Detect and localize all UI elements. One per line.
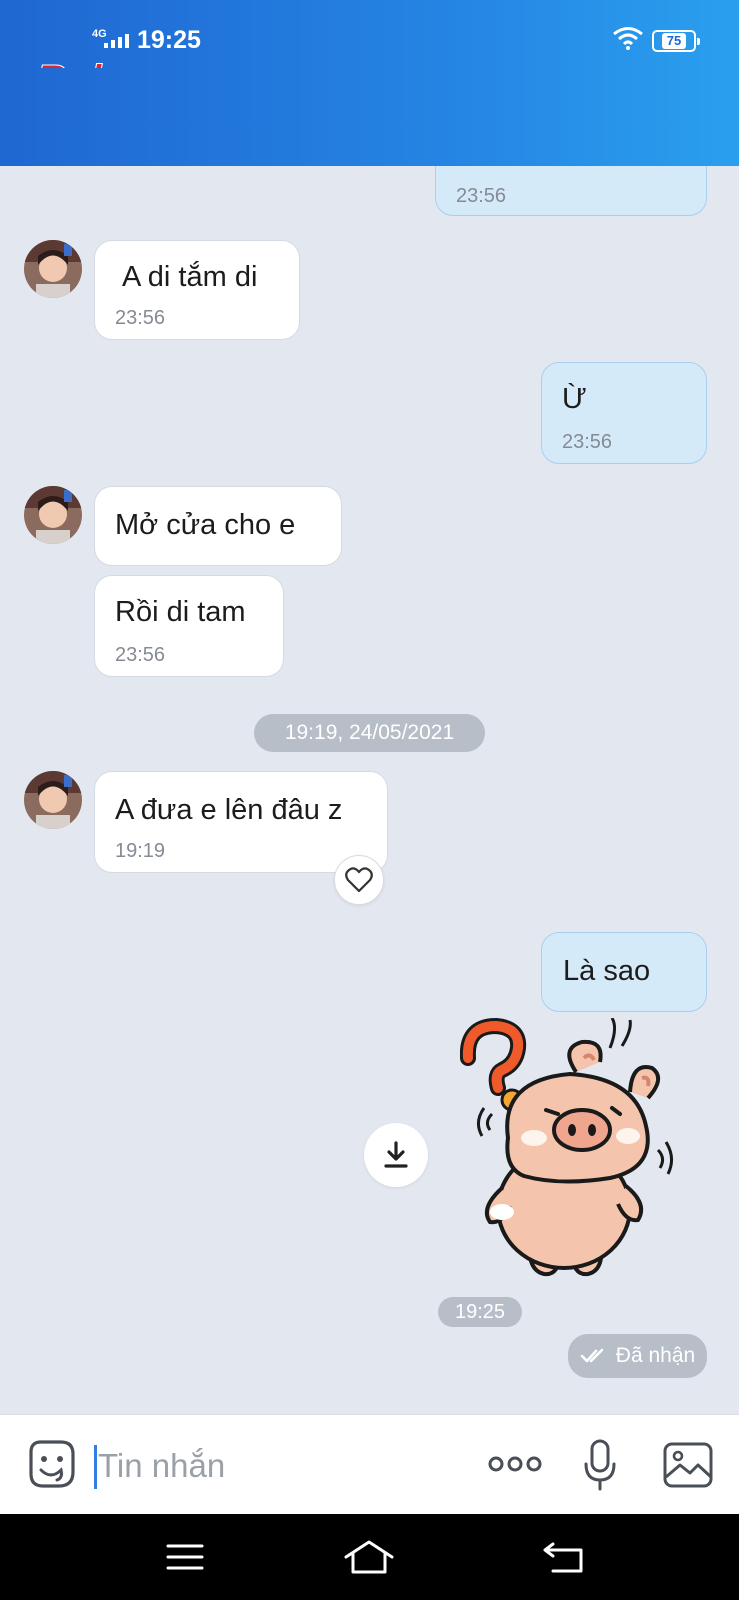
nav-home-button[interactable] bbox=[334, 1534, 404, 1580]
signal-icon bbox=[104, 34, 129, 48]
heart-icon bbox=[345, 867, 373, 893]
voice-message-button[interactable] bbox=[578, 1437, 622, 1493]
send-image-button[interactable] bbox=[660, 1437, 716, 1493]
home-icon bbox=[344, 1540, 394, 1574]
sticker-button[interactable] bbox=[24, 1437, 78, 1491]
confused-pig-sticker-icon bbox=[459, 1017, 673, 1277]
watermark-logo: Rphangvn .NET bbox=[35, 56, 268, 124]
delivery-status-text: Đã nhận bbox=[615, 1344, 696, 1367]
message-text: Mở cửa cho e bbox=[115, 509, 296, 541]
message-bubble-incoming[interactable]: A di tắm di 23:56 bbox=[94, 240, 300, 340]
presence-status: Vừa mới truy cập bbox=[115, 122, 293, 148]
message-text: Ừ bbox=[562, 383, 587, 415]
microphone-icon bbox=[584, 1439, 616, 1491]
message-bubble-outgoing[interactable]: Ừ 23:56 bbox=[541, 362, 707, 464]
battery-level: 75 bbox=[661, 33, 687, 49]
more-options-button[interactable] bbox=[486, 1437, 544, 1491]
emoji-sticker-icon bbox=[29, 1440, 75, 1488]
phone-icon bbox=[473, 97, 513, 137]
download-sticker-button[interactable] bbox=[364, 1123, 428, 1187]
message-time: 19:19 bbox=[115, 840, 166, 862]
battery-icon: 75 bbox=[652, 30, 700, 52]
message-text: Là sao bbox=[563, 955, 651, 987]
status-time: 19:25 bbox=[137, 26, 201, 54]
download-icon bbox=[384, 1141, 408, 1168]
nav-back-button[interactable] bbox=[528, 1534, 598, 1580]
message-time: 23:56 bbox=[115, 644, 166, 666]
message-bubble-outgoing[interactable]: Đã biết ở đâu chưa 23:56 bbox=[435, 135, 707, 216]
avatar-photo-icon bbox=[24, 240, 82, 298]
date-separator: 19:19, 24/05/2021 bbox=[254, 714, 485, 752]
wifi-icon bbox=[612, 26, 644, 55]
message-text: A di tắm di bbox=[122, 261, 258, 293]
hamburger-icon bbox=[166, 1544, 204, 1570]
more-dots-icon bbox=[488, 1456, 542, 1472]
message-bubble-incoming[interactable]: Mở cửa cho e bbox=[94, 486, 342, 566]
message-time: 23:56 bbox=[115, 307, 166, 329]
message-bubble-incoming[interactable]: A đưa e lên đâu z 19:19 bbox=[94, 771, 388, 873]
avatar[interactable] bbox=[24, 771, 82, 829]
message-time: 23:56 bbox=[456, 185, 507, 207]
return-icon bbox=[543, 1542, 583, 1573]
pig-sticker[interactable] bbox=[459, 1017, 690, 1288]
delivery-status-badge: Đã nhận bbox=[568, 1334, 707, 1378]
message-input-bar bbox=[0, 1414, 739, 1514]
avatar-photo-icon bbox=[24, 771, 82, 829]
react-button[interactable] bbox=[334, 855, 384, 905]
avatar[interactable] bbox=[24, 240, 82, 298]
avatar[interactable] bbox=[24, 486, 82, 544]
sticker-time: 19:25 bbox=[438, 1297, 522, 1327]
avatar-photo-icon bbox=[24, 486, 82, 544]
nav-menu-button[interactable] bbox=[150, 1534, 220, 1580]
message-text: Đã biết ở đâu chưa bbox=[456, 135, 706, 167]
message-bubble-incoming[interactable]: Rồi di tam 23:56 bbox=[94, 575, 284, 677]
image-icon bbox=[663, 1442, 713, 1488]
text-cursor bbox=[94, 1445, 97, 1489]
message-time: 23:56 bbox=[562, 431, 613, 453]
message-input[interactable] bbox=[98, 1441, 458, 1491]
list-menu-icon bbox=[669, 100, 714, 134]
watermark-sub: .NET bbox=[134, 92, 199, 124]
double-check-icon bbox=[580, 1348, 604, 1363]
message-text: A đưa e lên đâu z bbox=[115, 794, 343, 826]
message-bubble-outgoing[interactable]: Là sao bbox=[541, 932, 707, 1012]
message-text: Rồi di tam bbox=[115, 596, 246, 628]
video-camera-icon bbox=[562, 101, 612, 133]
system-nav-bar bbox=[0, 1514, 739, 1600]
